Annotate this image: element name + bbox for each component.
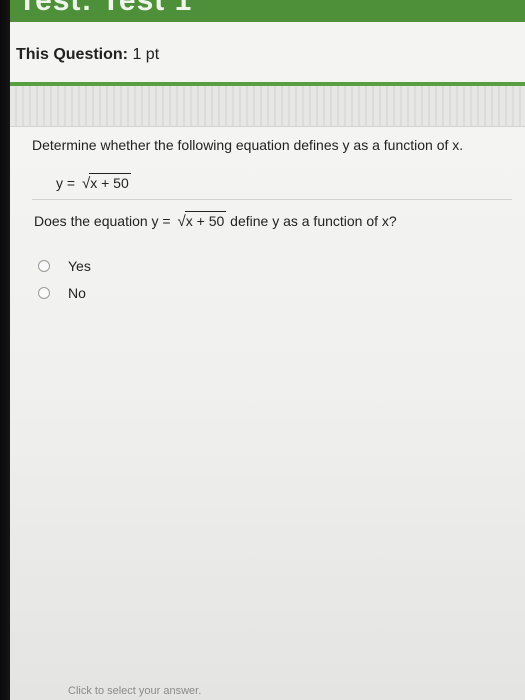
equation-radicand: x + 50 (89, 173, 131, 191)
inline-equation: y = √x + 50 (152, 211, 227, 230)
question-prompt: Determine whether the following equation… (32, 137, 464, 153)
question-points-header: This Question: 1 pt (10, 22, 525, 82)
sub-question-before: Does the equation (34, 213, 152, 229)
content-divider (32, 199, 512, 200)
option-no[interactable]: No (38, 284, 86, 302)
question-points: This Question: 1 pt (16, 46, 159, 64)
option-no-label[interactable]: No (68, 285, 86, 301)
status-hint: Click to select your answer. (68, 685, 202, 697)
test-banner: Test: Test 1 (10, 0, 525, 22)
equation-display: y = √x + 50 (56, 173, 131, 192)
question-content: Determine whether the following equation… (10, 127, 525, 700)
equation: y = √x + 50 (56, 173, 131, 192)
sub-question: Does the equation y = √x + 50 define y a… (34, 211, 397, 230)
inline-equation-lhs: y = (151, 213, 175, 229)
toolbar-band (10, 86, 525, 127)
points-value: 1 pt (132, 46, 160, 63)
test-title: Test: Test 1 (18, 0, 193, 17)
option-yes[interactable]: Yes (38, 257, 91, 275)
radio-no[interactable] (38, 287, 50, 299)
question-label: This Question: (16, 46, 128, 63)
equation-lhs: y = (56, 175, 79, 191)
option-yes-label[interactable]: Yes (68, 258, 91, 274)
inline-equation-radicand: x + 50 (184, 211, 227, 229)
sub-question-after: define y as a function of x? (226, 213, 397, 229)
assessment-screen: Test: Test 1 This Question: 1 pt Determi… (10, 0, 525, 700)
radio-yes[interactable] (38, 260, 50, 272)
